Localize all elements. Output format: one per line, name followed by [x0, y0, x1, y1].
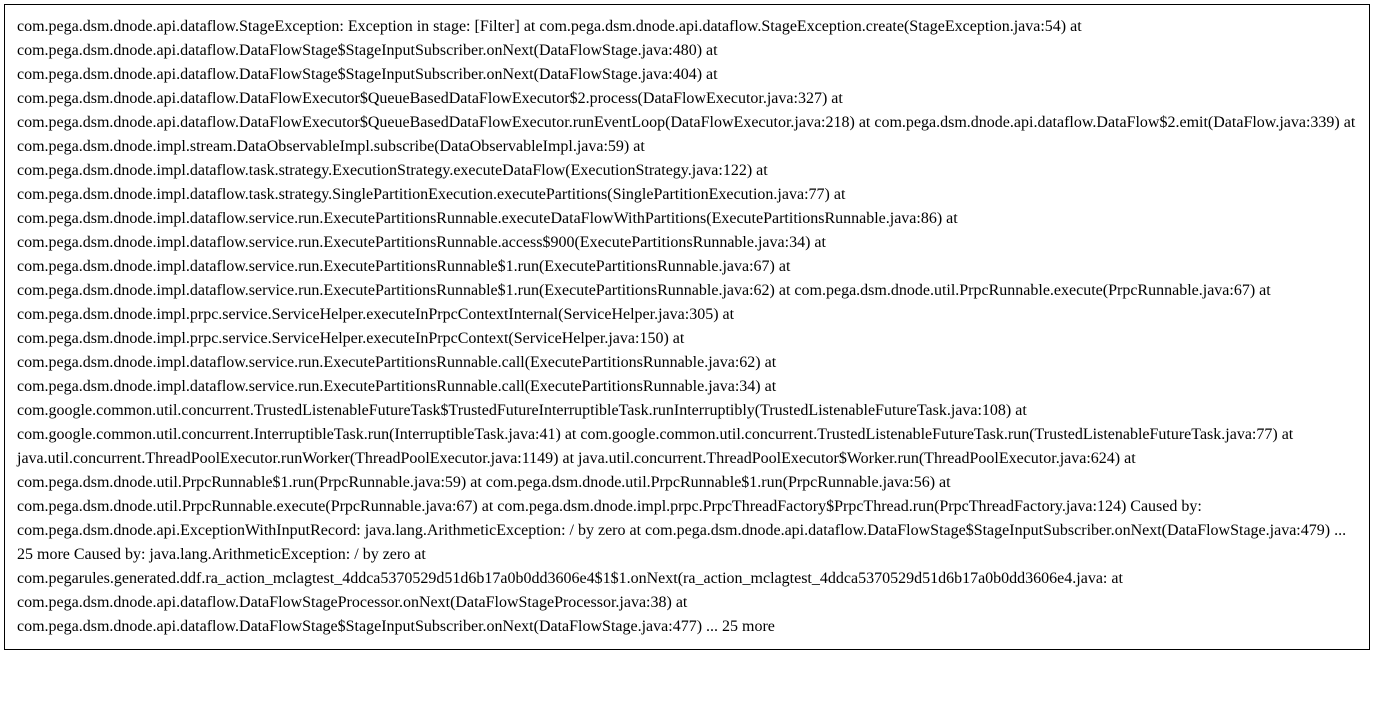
stacktrace-box: com.pega.dsm.dnode.api.dataflow.StageExc… [4, 4, 1370, 650]
stacktrace-text: com.pega.dsm.dnode.api.dataflow.StageExc… [17, 18, 1355, 635]
